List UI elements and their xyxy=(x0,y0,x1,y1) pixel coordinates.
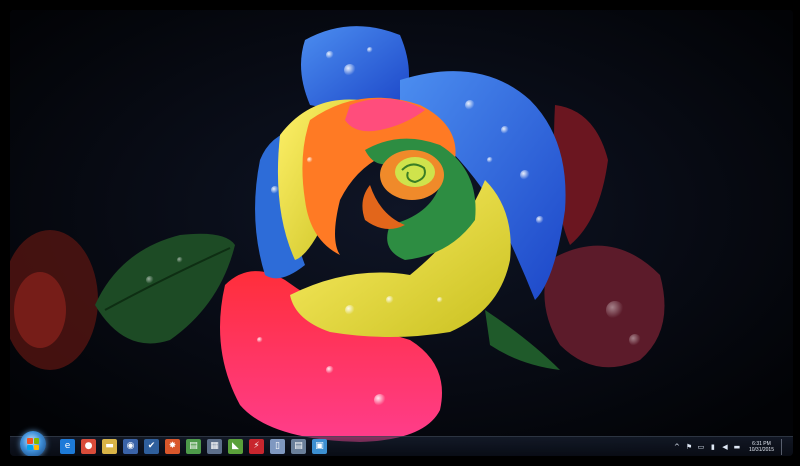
rainbow-rose-wallpaper xyxy=(10,10,793,456)
system-tray: ^ ⚑ ▭ ▮ ◀ ▬ 6:31 PM 10/31/2015 xyxy=(673,439,787,455)
taskbar-app-icon-5[interactable]: ✔ xyxy=(144,439,159,454)
clock-date: 10/31/2015 xyxy=(748,447,774,453)
taskbar-chrome-icon[interactable]: ● xyxy=(81,439,96,454)
taskbar-app-icon-13[interactable]: ▣ xyxy=(312,439,327,454)
show-desktop-button[interactable] xyxy=(781,439,787,455)
monitor-icon[interactable]: ▭ xyxy=(697,443,705,451)
flag-icon[interactable]: ⚑ xyxy=(685,443,693,451)
taskbar-app-icon-10[interactable]: ⚡ xyxy=(249,439,264,454)
desktop-screen: e ● ▬ ◉ ✔ ✸ ▤ ▦ ◣ ⚡ ▯ ▤ ▣ ^ ⚑ ▭ ▮ ◀ ▬ 6:… xyxy=(10,10,793,456)
volume-icon[interactable]: ◀ xyxy=(721,443,729,451)
tray-clock[interactable]: 6:31 PM 10/31/2015 xyxy=(749,441,774,453)
taskbar-app-icon-8[interactable]: ▦ xyxy=(207,439,222,454)
taskbar-app-icon-9[interactable]: ◣ xyxy=(228,439,243,454)
taskbar-app-icon-4[interactable]: ◉ xyxy=(123,439,138,454)
pinned-apps: e ● ▬ ◉ ✔ ✸ ▤ ▦ ◣ ⚡ ▯ ▤ ▣ xyxy=(60,439,327,455)
keyboard-icon[interactable]: ▬ xyxy=(733,443,741,451)
chevron-up-icon[interactable]: ^ xyxy=(673,443,681,451)
taskbar-app-icon-12[interactable]: ▤ xyxy=(291,439,306,454)
start-button[interactable] xyxy=(20,431,46,456)
taskbar: e ● ▬ ◉ ✔ ✸ ▤ ▦ ◣ ⚡ ▯ ▤ ▣ ^ ⚑ ▭ ▮ ◀ ▬ 6:… xyxy=(10,431,793,456)
taskbar-ie-icon[interactable]: e xyxy=(60,439,75,454)
network-icon[interactable]: ▮ xyxy=(709,443,717,451)
taskbar-app-icon-6[interactable]: ✸ xyxy=(165,439,180,454)
taskbar-app-icon-7[interactable]: ▤ xyxy=(186,439,201,454)
taskbar-explorer-icon[interactable]: ▬ xyxy=(102,439,117,454)
taskbar-app-icon-11[interactable]: ▯ xyxy=(270,439,285,454)
windows-orb-icon xyxy=(27,438,39,450)
